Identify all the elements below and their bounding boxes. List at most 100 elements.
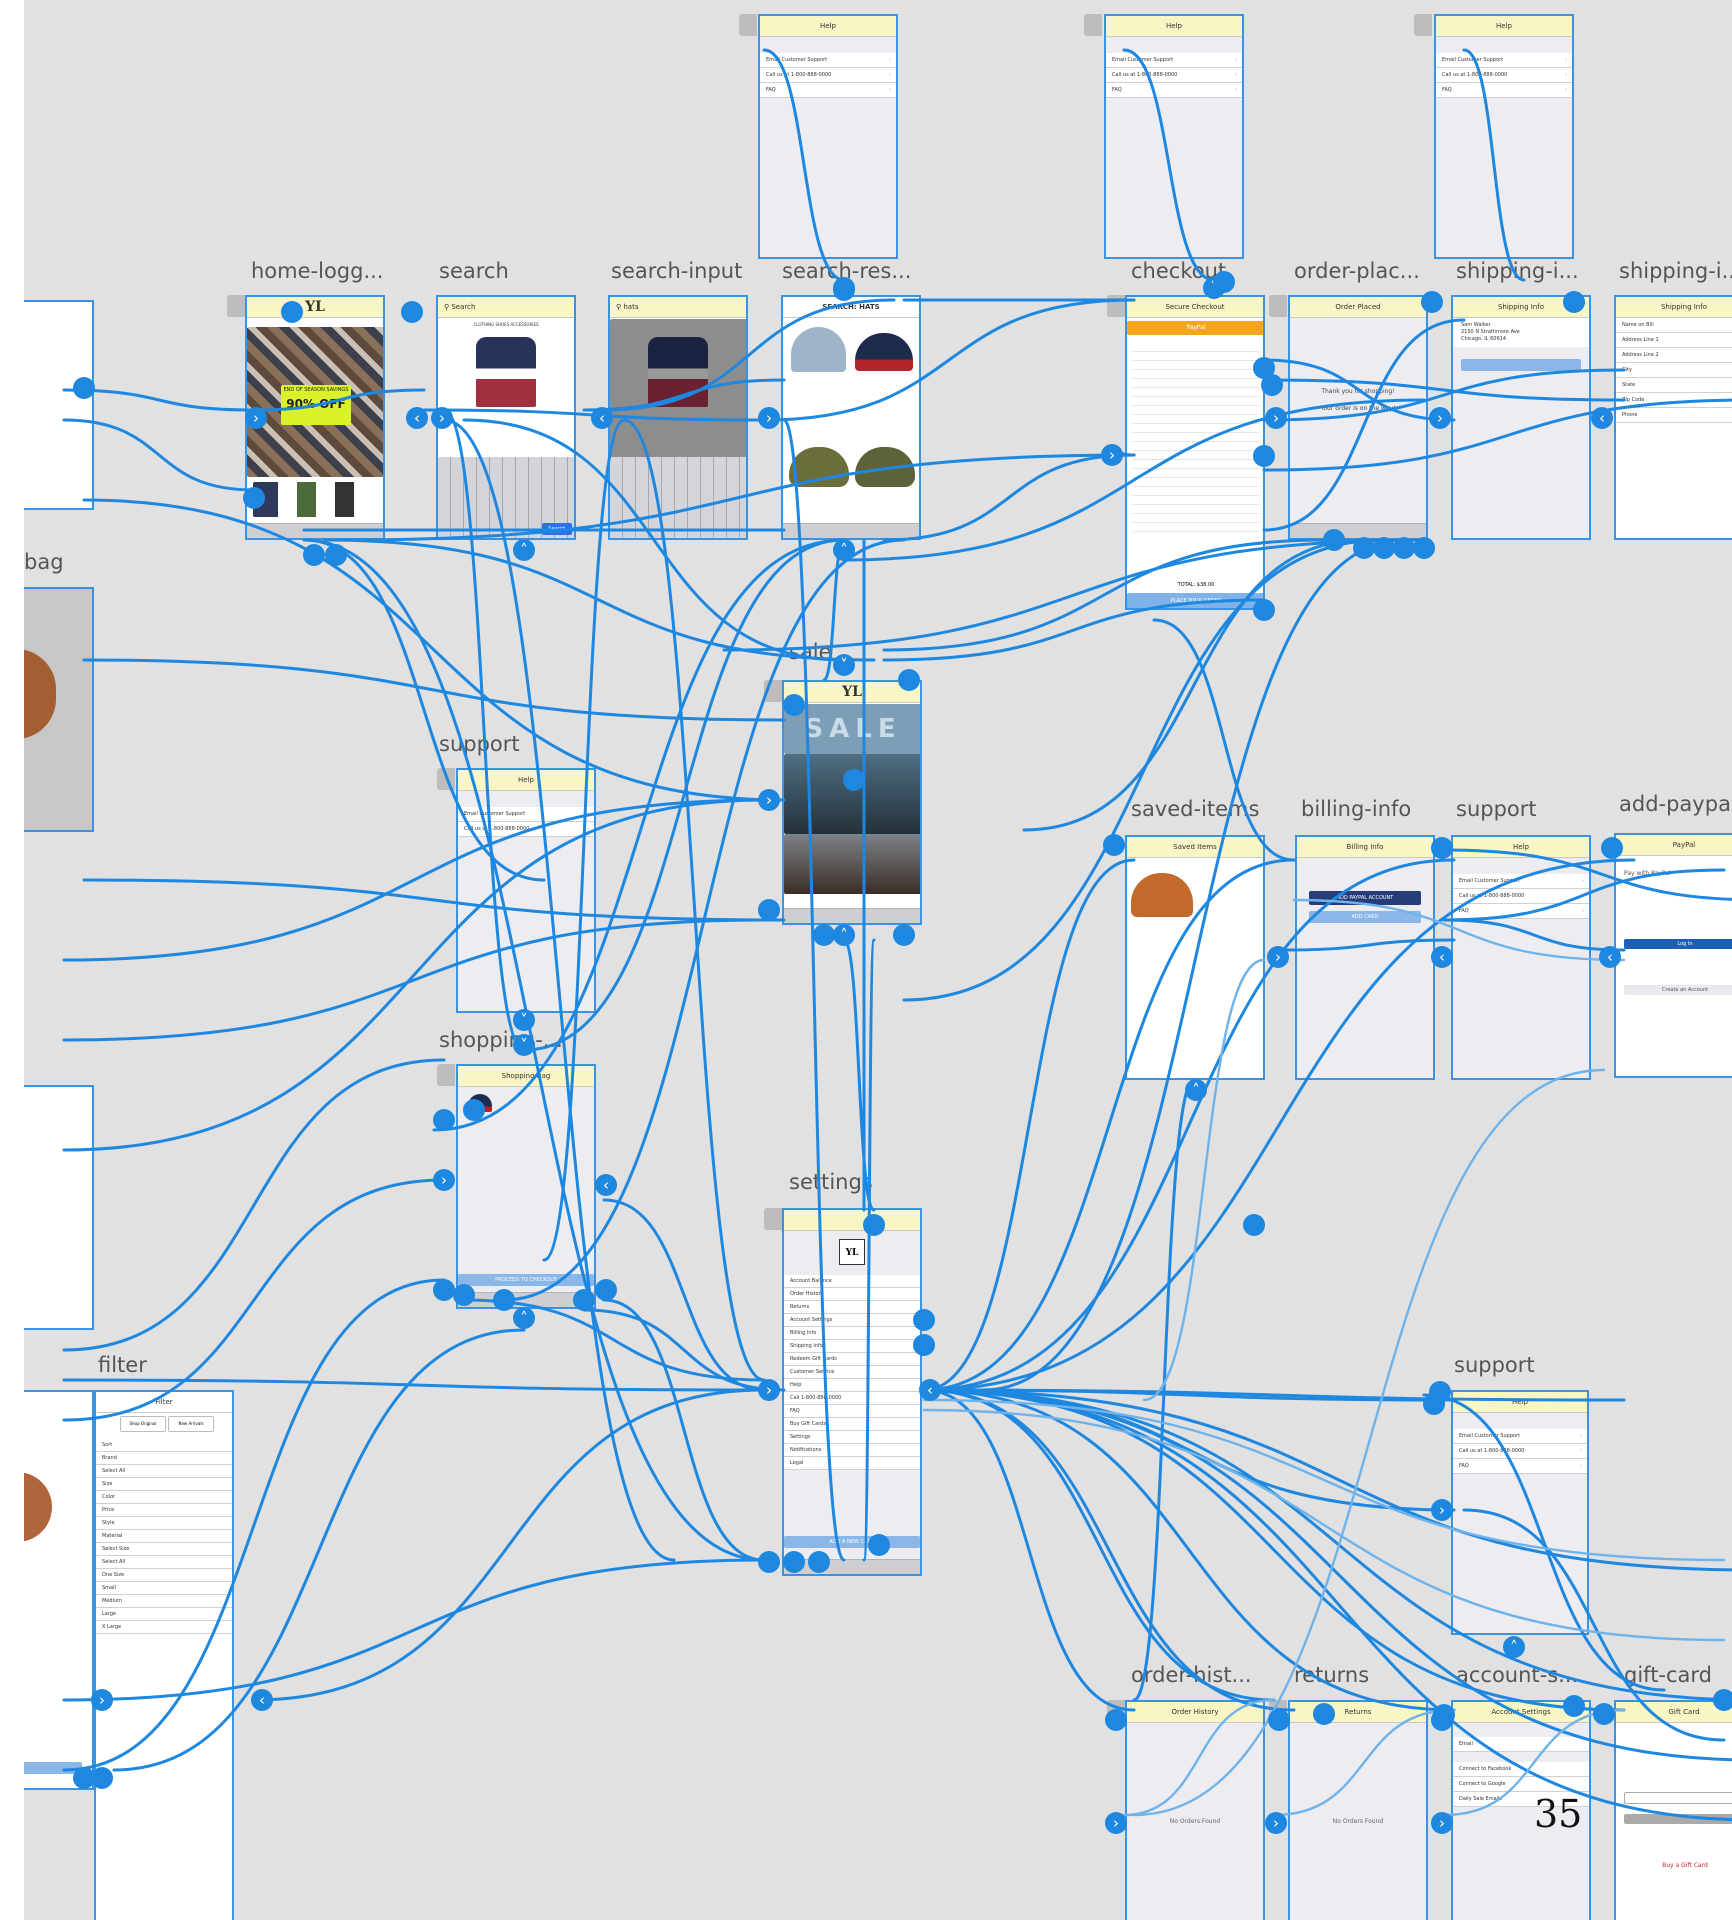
- link-hotspot[interactable]: ›: [91, 1689, 113, 1711]
- link-hotspot[interactable]: ˄: [833, 924, 855, 946]
- link-endpoint[interactable]: [1253, 445, 1275, 467]
- link-hotspot[interactable]: ›: [758, 1379, 780, 1401]
- link-endpoint[interactable]: [595, 1279, 617, 1301]
- chevron-icon: ˄: [840, 541, 848, 559]
- link-endpoint[interactable]: [1253, 599, 1275, 621]
- link-endpoint[interactable]: [843, 769, 865, 791]
- link-endpoint[interactable]: [1313, 1703, 1335, 1725]
- link-hotspot[interactable]: ‹: [1591, 407, 1613, 429]
- link-endpoint[interactable]: [813, 924, 835, 946]
- link-wire: [82, 498, 786, 802]
- link-endpoint[interactable]: [893, 924, 915, 946]
- link-endpoint[interactable]: [808, 1551, 830, 1573]
- link-endpoint[interactable]: [758, 899, 780, 921]
- link-hotspot[interactable]: ˄: [1503, 1636, 1525, 1658]
- link-hotspot[interactable]: ›: [1267, 946, 1289, 968]
- link-hotspot[interactable]: ›: [1265, 407, 1287, 429]
- link-endpoint[interactable]: [453, 1284, 475, 1306]
- link-endpoint[interactable]: [1243, 1214, 1265, 1236]
- link-endpoint[interactable]: [433, 1109, 455, 1131]
- link-wire: [922, 1388, 1296, 1712]
- link-wire: [1122, 48, 1216, 282]
- link-endpoint[interactable]: [783, 694, 805, 716]
- link-hotspot[interactable]: ˄: [1185, 1079, 1207, 1101]
- link-endpoint[interactable]: [913, 1334, 935, 1356]
- link-wire: [542, 418, 626, 1262]
- link-endpoint[interactable]: [573, 1289, 595, 1311]
- link-endpoint[interactable]: [1393, 537, 1415, 559]
- link-endpoint[interactable]: [1713, 1689, 1732, 1711]
- link-endpoint[interactable]: [281, 301, 303, 323]
- link-hotspot[interactable]: ›: [1101, 444, 1123, 466]
- link-endpoint[interactable]: [913, 1309, 935, 1331]
- link-wire: [762, 298, 1136, 422]
- link-hotspot[interactable]: ‹: [919, 1379, 941, 1401]
- chevron-icon: ›: [439, 409, 445, 427]
- link-endpoint[interactable]: [1563, 1695, 1585, 1717]
- link-endpoint[interactable]: [73, 1767, 95, 1789]
- link-endpoint[interactable]: [758, 1551, 780, 1573]
- link-endpoint[interactable]: [1433, 1704, 1455, 1726]
- link-endpoint[interactable]: [303, 544, 325, 566]
- link-endpoint[interactable]: [1261, 374, 1283, 396]
- link-hotspot[interactable]: ˅: [513, 1034, 535, 1056]
- link-endpoint[interactable]: [1213, 271, 1235, 293]
- link-hotspot[interactable]: ‹: [1599, 946, 1621, 968]
- link-endpoint[interactable]: [1429, 1381, 1451, 1403]
- link-endpoint[interactable]: [868, 1534, 890, 1556]
- link-hotspot[interactable]: ‹: [591, 407, 613, 429]
- link-hotspot[interactable]: ›: [433, 1169, 455, 1191]
- link-endpoint[interactable]: [1373, 537, 1395, 559]
- link-endpoint[interactable]: [243, 487, 265, 509]
- link-wire: [1262, 398, 1732, 472]
- link-endpoint[interactable]: [1601, 837, 1623, 859]
- link-hotspot[interactable]: ˄: [513, 1307, 535, 1329]
- link-endpoint[interactable]: [433, 1279, 455, 1301]
- link-endpoint[interactable]: [1105, 1709, 1127, 1731]
- link-endpoint[interactable]: [1563, 291, 1585, 313]
- link-hotspot[interactable]: ˅: [513, 1009, 535, 1031]
- link-endpoint[interactable]: [493, 1289, 515, 1311]
- link-wire: [882, 538, 1326, 652]
- link-wire: [522, 538, 846, 1052]
- link-hotspot[interactable]: ›: [758, 789, 780, 811]
- link-hotspot[interactable]: ›: [1429, 407, 1451, 429]
- link-hotspot[interactable]: ‹: [406, 407, 428, 429]
- link-hotspot[interactable]: ›: [1265, 1812, 1287, 1834]
- link-endpoint[interactable]: [863, 1214, 885, 1236]
- link-wire: [62, 418, 256, 492]
- link-wire: [922, 858, 1456, 1392]
- link-hotspot[interactable]: ˄: [513, 539, 535, 561]
- link-endpoint[interactable]: [463, 1099, 485, 1121]
- link-hotspot[interactable]: ‹: [1431, 946, 1453, 968]
- link-hotspot[interactable]: ›: [245, 407, 267, 429]
- link-endpoint[interactable]: [401, 301, 423, 323]
- link-endpoint[interactable]: [1593, 1703, 1615, 1725]
- link-endpoint[interactable]: [1323, 529, 1345, 551]
- link-endpoint[interactable]: [1431, 837, 1453, 859]
- link-endpoint[interactable]: [1103, 834, 1125, 856]
- link-endpoint[interactable]: [325, 544, 347, 566]
- link-hotspot[interactable]: ›: [1105, 1812, 1127, 1834]
- link-hotspot[interactable]: ›: [1431, 1812, 1453, 1834]
- link-endpoint[interactable]: [1421, 291, 1443, 313]
- chevron-icon: ›: [99, 1691, 105, 1709]
- link-endpoint[interactable]: [783, 1551, 805, 1573]
- link-hotspot[interactable]: ›: [1431, 1499, 1453, 1521]
- link-wire: [602, 298, 896, 412]
- link-hotspot[interactable]: ‹: [595, 1174, 617, 1196]
- link-endpoint[interactable]: [1413, 537, 1435, 559]
- link-hotspot[interactable]: ›: [431, 407, 453, 429]
- link-endpoint[interactable]: [833, 279, 855, 301]
- link-endpoint[interactable]: [1268, 1709, 1290, 1731]
- link-hotspot[interactable]: ›: [758, 407, 780, 429]
- link-wire: [1262, 378, 1626, 402]
- link-hotspot[interactable]: ‹: [251, 1689, 273, 1711]
- link-endpoint[interactable]: [1353, 537, 1375, 559]
- chevron-icon: ›: [1109, 446, 1115, 464]
- link-endpoint[interactable]: [73, 377, 95, 399]
- link-wire: [922, 1398, 1726, 1562]
- link-hotspot[interactable]: ˄: [833, 539, 855, 561]
- link-endpoint[interactable]: [898, 669, 920, 691]
- link-hotspot[interactable]: ˅: [833, 654, 855, 676]
